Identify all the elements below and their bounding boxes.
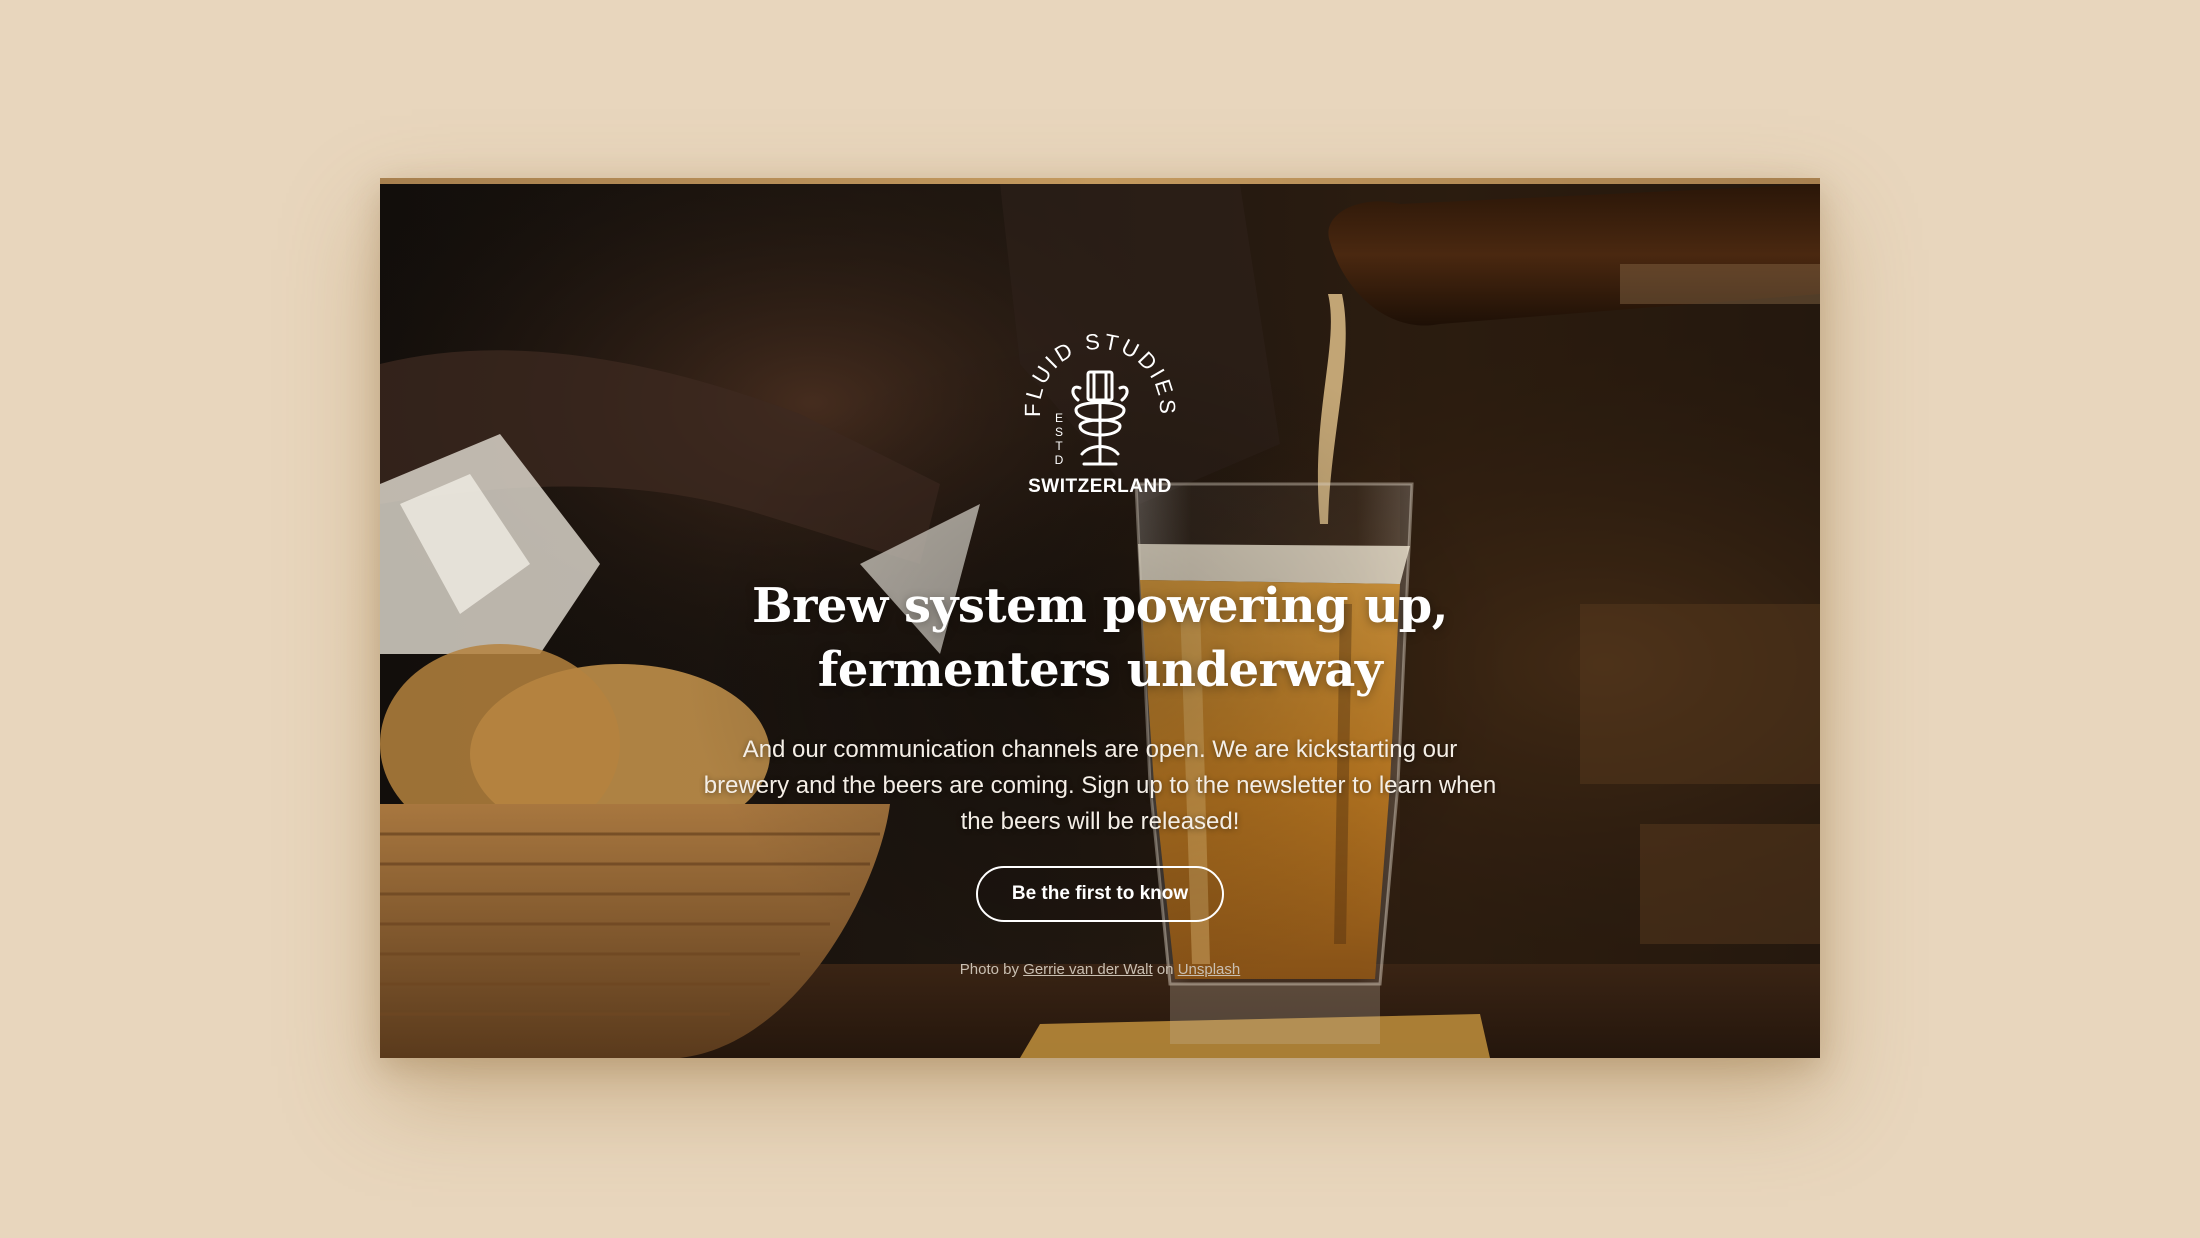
logo-year-text: 2022 [1134,411,1180,464]
logo-estd-text: ESTD [1020,411,1066,464]
brewery-logo: FLUID STUDIES ESTD 2022 SWITZERLAND [1010,314,1190,504]
accent-strip [380,178,1820,184]
credit-prefix: Photo by [959,961,1019,978]
logo-left-text-line: ESTD [1020,411,1066,464]
headline-line-2: fermenters underway [817,642,1383,698]
logo-year-line: 2022 [1134,411,1180,464]
newsletter-signup-button[interactable]: Be the first to know [976,866,1224,922]
hero-content: FLUID STUDIES ESTD 2022 SWITZERLAND Brew… [380,184,1820,1058]
brewery-emblem-icon: FLUID STUDIES ESTD 2022 SWITZERLAND [1010,329,1190,497]
credit-source-link[interactable]: Unsplash [1178,961,1241,978]
hero-description: And our communication channels are open.… [703,736,1497,835]
hero-headline: Brew system powering up, fermenters unde… [700,574,1500,702]
hero-card: FLUID STUDIES ESTD 2022 SWITZERLAND Brew… [380,178,1820,1058]
headline-line-1: Brew system powering up, [752,578,1448,634]
logo-switzerland-text: SWITZERLAND [1028,476,1172,497]
credit-middle: on [1156,961,1174,978]
photo-credit: Photo by Gerrie van der Walt on Unsplash [800,960,1400,980]
credit-author-link[interactable]: Gerrie van der Walt [1023,961,1153,978]
